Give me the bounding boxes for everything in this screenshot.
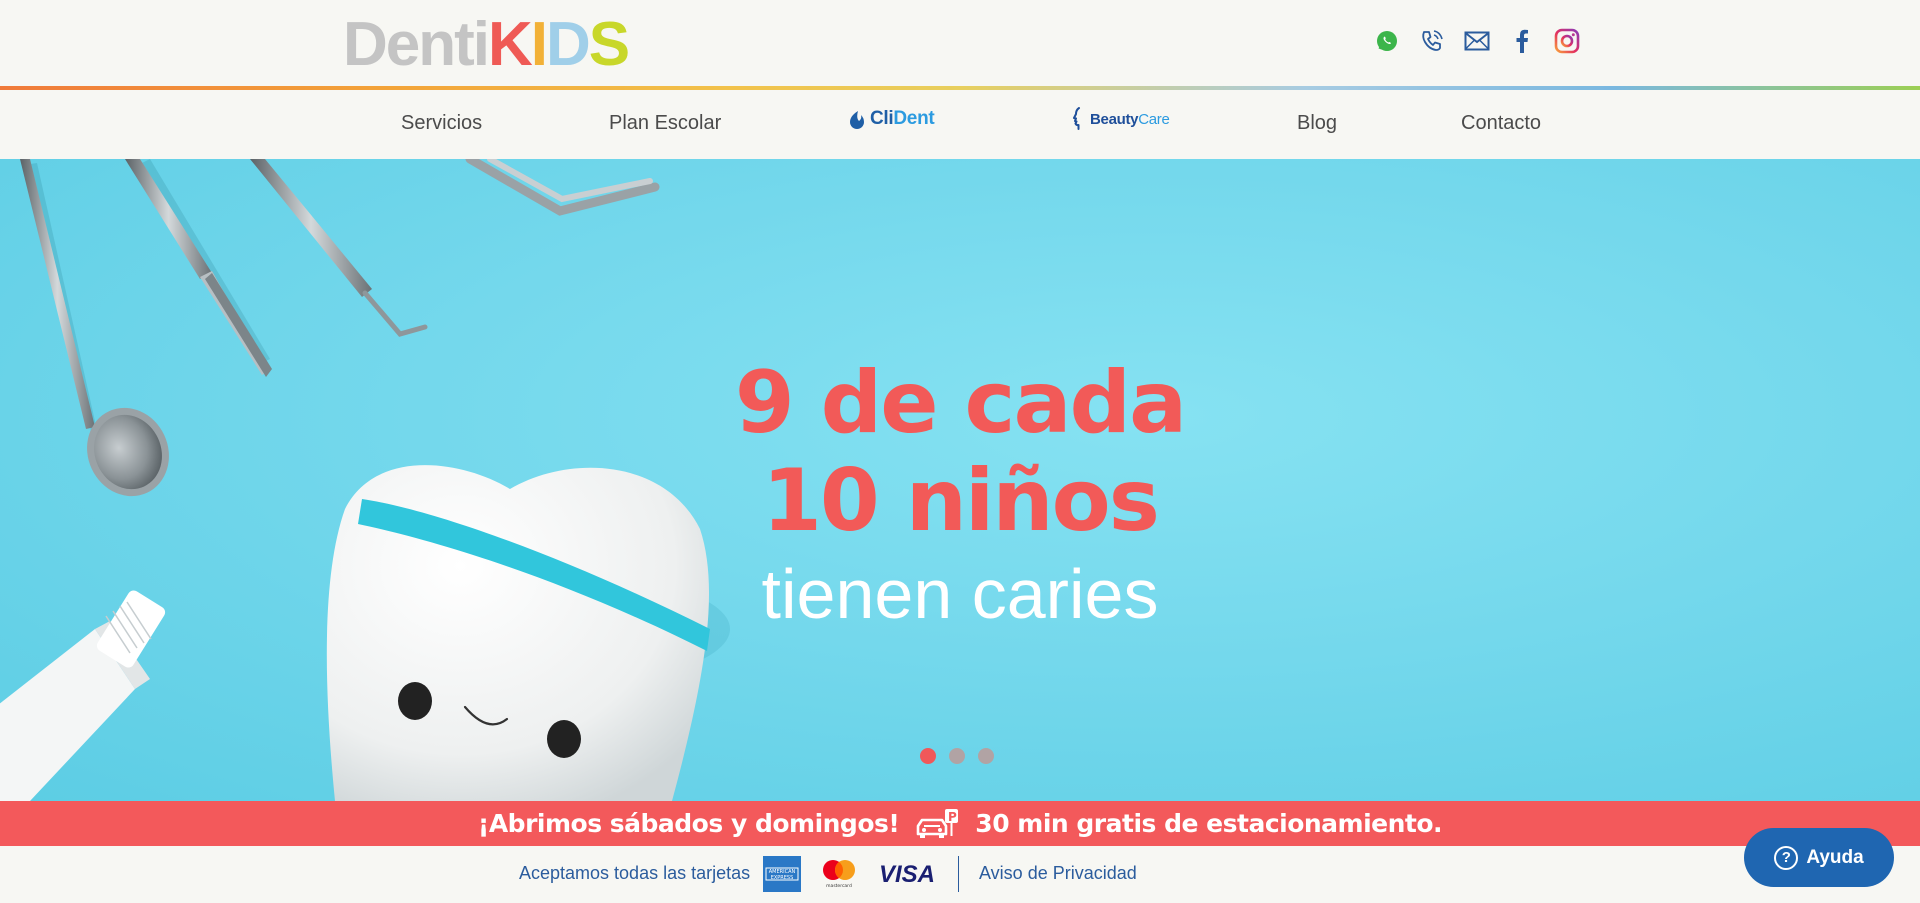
- dental-tweezers: [465, 159, 660, 216]
- promo-weekend-text: ¡Abrimos sábados y domingos!: [477, 809, 900, 838]
- slider-dots: [920, 748, 994, 764]
- clident-drop-icon: [850, 110, 864, 129]
- logo-text-denti: Denti: [343, 10, 490, 79]
- logo-letter-k: K: [488, 10, 533, 79]
- payment-cards: AMERICAN EXPRESS mastercard VISA: [763, 856, 937, 892]
- logo-letter-d: D: [546, 10, 591, 79]
- nav-item-beautycare[interactable]: BeautyCare: [1070, 106, 1170, 132]
- mail-icon[interactable]: [1464, 28, 1490, 54]
- footer-bar: Aceptamos todas las tarjetas AMERICAN EX…: [0, 846, 1920, 903]
- hero-headline: 9 de cada 10 niños: [560, 354, 1360, 550]
- amex-icon: AMERICAN EXPRESS: [763, 856, 801, 892]
- nav-item-plan-escolar[interactable]: Plan Escolar: [609, 112, 721, 135]
- nav-item-servicios[interactable]: Servicios: [401, 112, 482, 135]
- top-bar: Denti K I D S: [0, 0, 1920, 87]
- social-links: [1374, 28, 1580, 54]
- main-nav: Servicios Plan Escolar CliDent BeautyCar…: [0, 90, 1920, 159]
- svg-text:P: P: [948, 810, 957, 824]
- instagram-icon[interactable]: [1554, 28, 1580, 54]
- svg-text:VISA: VISA: [879, 861, 935, 887]
- footer-divider: [958, 856, 959, 892]
- hero-headline-line-2: 10 niños: [762, 451, 1160, 551]
- clident-dent: Dent: [893, 108, 935, 129]
- help-button[interactable]: ? Ayuda: [1744, 828, 1894, 887]
- slider-dot-1[interactable]: [920, 748, 936, 764]
- toothpaste-tube: [0, 590, 166, 801]
- slider-dot-3[interactable]: [978, 748, 994, 764]
- facebook-icon[interactable]: [1509, 28, 1535, 54]
- accepted-cards-label: Aceptamos todas las tarjetas: [519, 863, 751, 883]
- privacy-notice-link[interactable]: Aviso de Privacidad: [979, 863, 1137, 884]
- nav-item-clident[interactable]: CliDent: [849, 108, 935, 130]
- svg-text:mastercard: mastercard: [826, 883, 852, 889]
- nav-item-contacto[interactable]: Contacto: [1461, 112, 1541, 135]
- beautycare-care: Care: [1138, 110, 1170, 128]
- clident-logo-text: CliDent: [870, 108, 935, 130]
- logo-letter-s: S: [588, 10, 630, 79]
- beautycare-beauty: Beauty: [1090, 110, 1139, 128]
- hero-slider[interactable]: 9 de cada 10 niños tienen caries: [0, 159, 1920, 801]
- hero-subline: tienen caries: [761, 555, 1159, 633]
- logo-letter-i: I: [530, 10, 548, 79]
- svg-text:EXPRESS: EXPRESS: [771, 875, 794, 881]
- whatsapp-icon[interactable]: [1374, 28, 1400, 54]
- promo-banner: ¡Abrimos sábados y domingos! P 30 min gr…: [0, 801, 1920, 846]
- mastercard-icon: mastercard: [823, 860, 855, 889]
- visa-icon: VISA: [879, 861, 935, 887]
- beautycare-face-icon: [1073, 107, 1080, 130]
- question-mark-icon: ?: [1774, 845, 1799, 870]
- dental-explorer: [250, 159, 428, 337]
- promo-parking-text: 30 min gratis de estacionamiento.: [975, 809, 1443, 838]
- help-button-label: Ayuda: [1806, 846, 1864, 868]
- dentikids-logo[interactable]: Denti K I D S: [343, 10, 630, 79]
- phone-icon[interactable]: [1419, 28, 1445, 54]
- beautycare-logo-text: BeautyCare: [1090, 111, 1170, 128]
- slider-dot-2[interactable]: [949, 748, 965, 764]
- car-parking-icon: P: [915, 807, 959, 841]
- nav-item-blog[interactable]: Blog: [1297, 112, 1337, 135]
- dental-scalpel: [125, 159, 272, 377]
- clident-cli: Cli: [870, 108, 894, 129]
- hero-headline-line-1: 9 de cada: [734, 353, 1187, 453]
